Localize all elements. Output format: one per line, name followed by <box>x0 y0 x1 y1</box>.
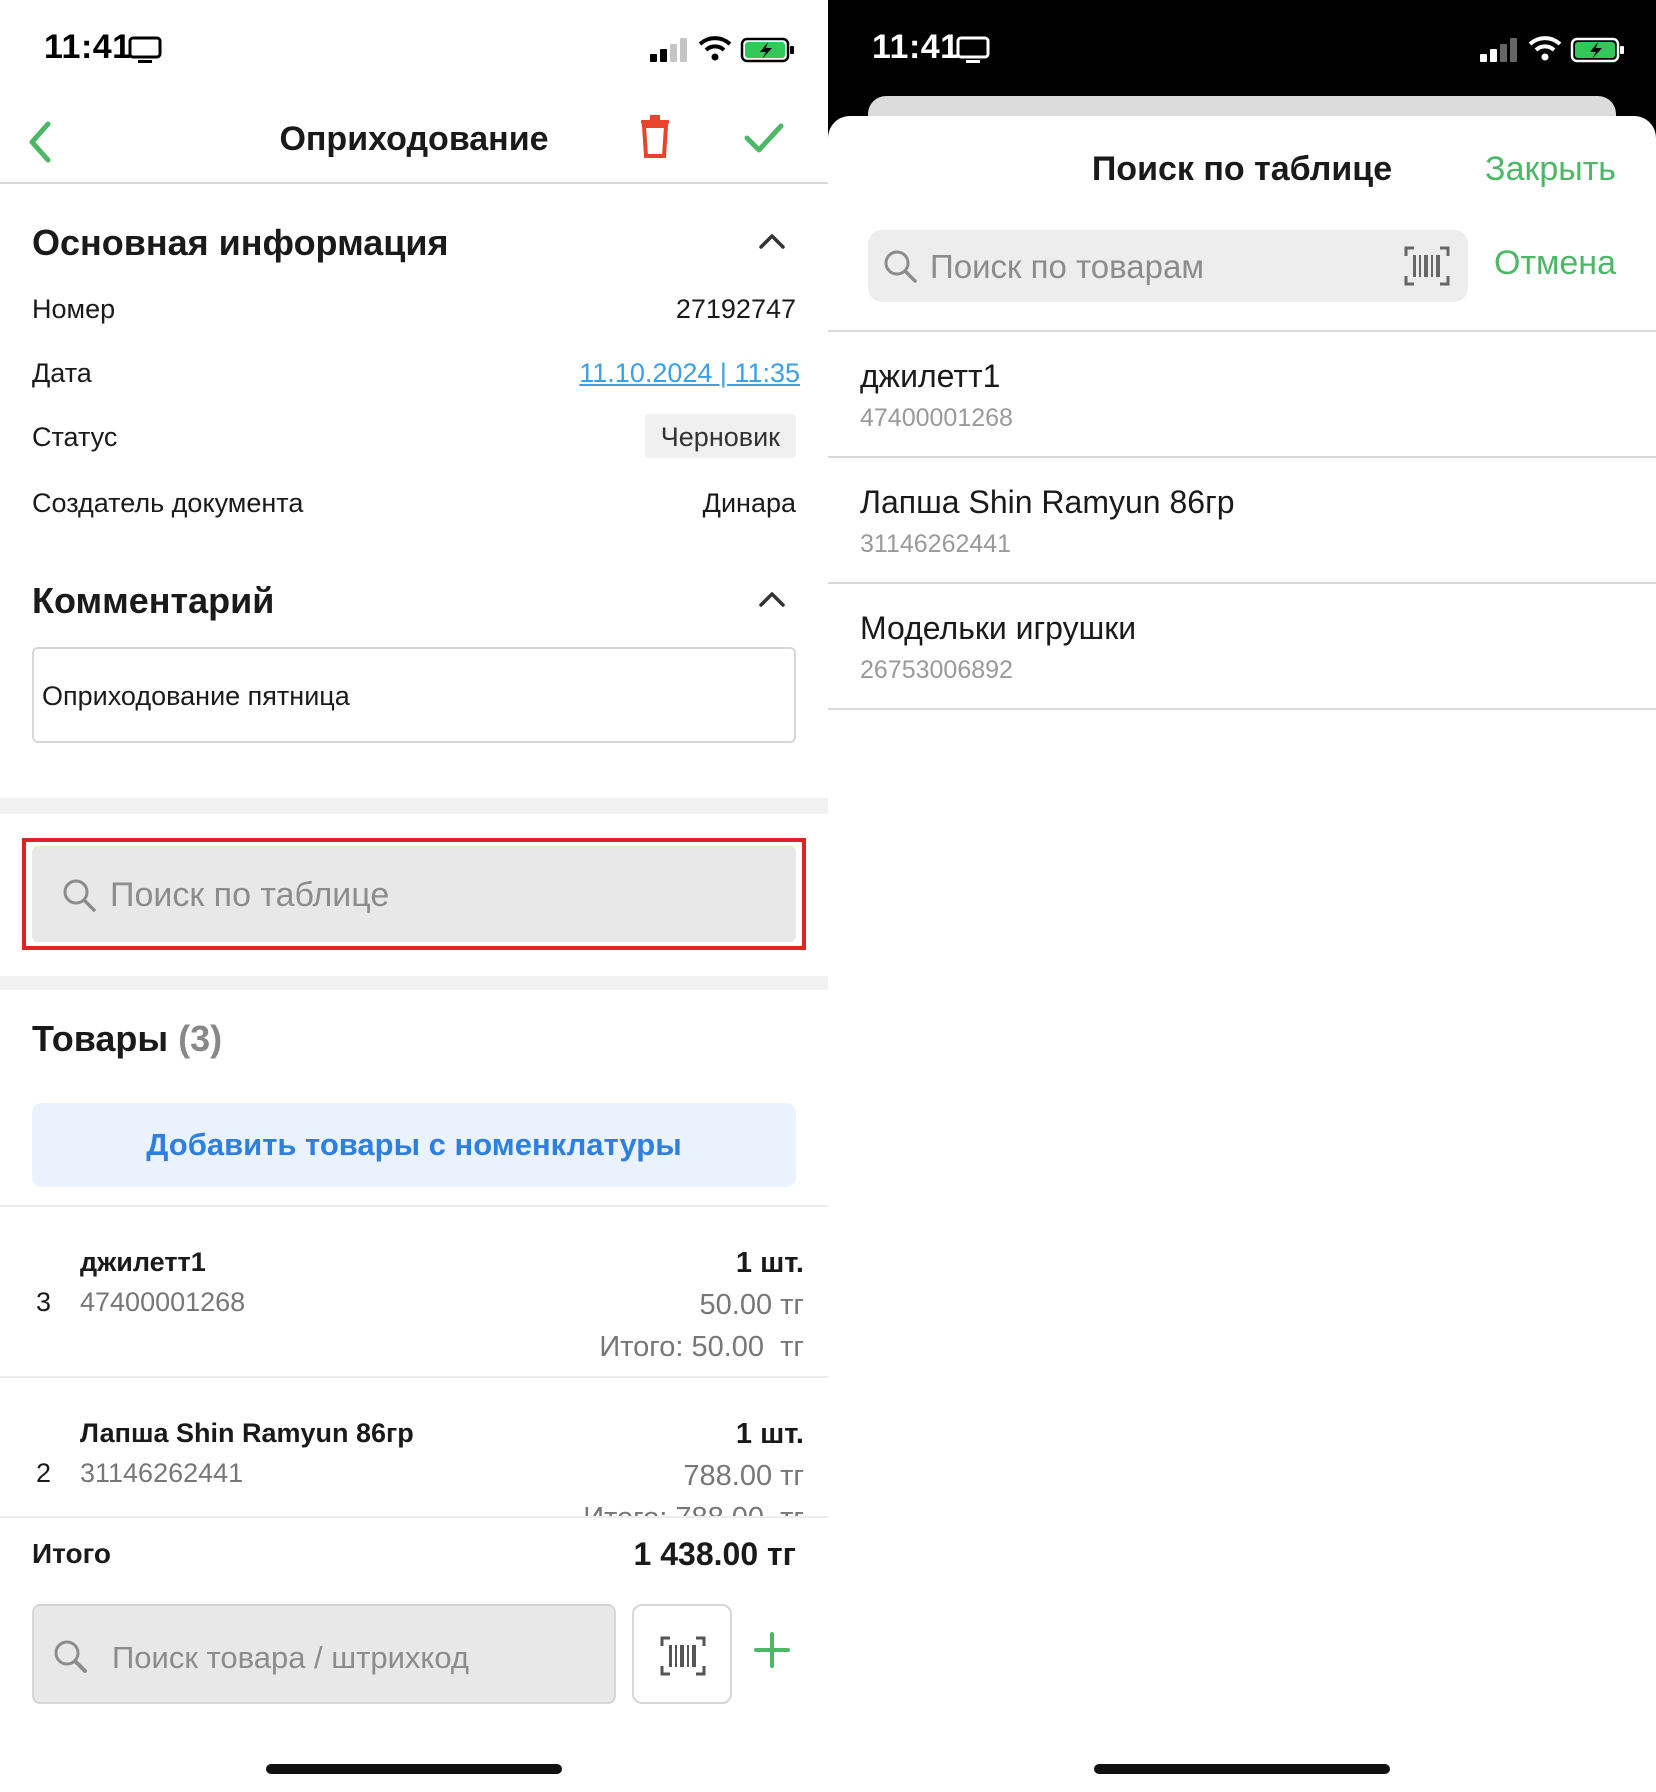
document-screen: 11:41 Оприходование Основная информация … <box>0 0 828 1792</box>
number-row: Номер 27192747 <box>32 286 796 330</box>
search-icon <box>63 879 96 912</box>
item-index: 3 <box>36 1287 52 1317</box>
result-name: Лапша Shin Ramyun 86гр <box>860 484 1235 520</box>
nav-bar: Оприходование <box>0 100 828 184</box>
status-time: 11:41 <box>872 28 960 66</box>
status-badge: Черновик <box>644 414 796 458</box>
number-label: Номер <box>32 294 116 324</box>
trash-icon[interactable] <box>638 114 672 158</box>
number-value: 27192747 <box>675 294 796 324</box>
creator-row: Создатель документа Динара <box>32 480 796 524</box>
total-bar: Итого 1 438.00 тг <box>0 1516 828 1606</box>
scan-barcode-button[interactable] <box>632 1604 732 1704</box>
battery-charging-icon <box>1570 37 1624 63</box>
status-bar: 11:41 <box>0 0 828 100</box>
goods-heading: Товары (3) <box>32 1018 222 1060</box>
chevron-up-icon[interactable] <box>758 590 786 608</box>
creator-label: Создатель документа <box>32 488 304 518</box>
product-search-placeholder: Поиск товара / штрихкод <box>112 1640 469 1675</box>
section-divider <box>0 798 828 814</box>
date-link[interactable]: 11.10.2024 | 11:35 <box>579 358 800 389</box>
close-button[interactable]: Закрыть <box>1485 150 1616 189</box>
result-code: 47400001268 <box>860 404 1013 432</box>
table-search-placeholder: Поиск по таблице <box>110 876 390 914</box>
result-name: джилетт1 <box>860 358 1001 394</box>
chevron-up-icon[interactable] <box>758 232 786 250</box>
item-code: 47400001268 <box>80 1287 246 1317</box>
item-code: 31146262441 <box>80 1458 244 1488</box>
add-from-catalog-button[interactable]: Добавить товары с номенклатуры <box>32 1103 796 1187</box>
barcode-icon <box>660 1636 706 1676</box>
battery-charging-icon <box>740 37 794 63</box>
plus-icon[interactable] <box>754 1632 790 1668</box>
table-search-input[interactable]: Поиск по таблице <box>32 846 796 942</box>
home-indicator <box>266 1764 562 1774</box>
item-name: джилетт1 <box>80 1247 206 1277</box>
result-name: Модельки игрушки <box>860 610 1137 646</box>
status-row: Статус Черновик <box>32 414 796 458</box>
cancel-button[interactable]: Отмена <box>1494 244 1616 283</box>
search-sheet: Поиск по таблице Закрыть Поиск по товара… <box>828 116 1656 1792</box>
list-item[interactable]: джилетт1 47400001268 <box>828 332 1656 458</box>
item-price: 788.00 тг <box>683 1460 804 1492</box>
main-info-heading: Основная информация <box>32 222 449 263</box>
sheet-search-placeholder: Поиск по товарам <box>930 248 1205 285</box>
item-name: Лапша Shin Ramyun 86гр <box>80 1418 414 1448</box>
sheet-search-input[interactable]: Поиск по товарам <box>868 230 1468 302</box>
wifi-icon <box>698 36 732 61</box>
date-label: Дата <box>32 358 92 388</box>
item-price: 50.00 тг <box>699 1289 805 1321</box>
search-sheet-screen: 11:41 Поиск по таблице Закрыть Поиск по … <box>828 0 1656 1792</box>
goods-heading-label: Товары <box>32 1018 169 1059</box>
page-title: Оприходование <box>279 120 549 158</box>
status-bar: 11:41 <box>828 0 1656 100</box>
wifi-icon <box>1528 36 1562 61</box>
product-search-input[interactable]: Поиск товара / штрихкод <box>32 1604 616 1704</box>
barcode-icon[interactable] <box>1404 246 1450 286</box>
total-label: Итого <box>32 1538 111 1569</box>
check-icon[interactable] <box>744 122 784 154</box>
search-icon <box>884 250 917 283</box>
comment-field[interactable]: Оприходование пятница <box>32 647 796 743</box>
home-indicator <box>1094 1764 1390 1774</box>
screen-mirroring-icon <box>128 36 162 63</box>
list-item[interactable]: 3 джилетт1 47400001268 1 шт. 50.00 тг Ит… <box>0 1205 828 1375</box>
section-divider <box>0 976 828 990</box>
status-label: Статус <box>32 422 118 452</box>
result-code: 26753006892 <box>860 656 1013 684</box>
item-total: Итого: 50.00 тг <box>599 1331 804 1363</box>
signal-icon <box>650 38 687 62</box>
creator-value: Динара <box>702 488 796 518</box>
result-code: 31146262441 <box>860 530 1012 558</box>
list-item[interactable]: Модельки игрушки 26753006892 <box>828 584 1656 710</box>
comment-heading: Комментарий <box>32 580 275 621</box>
item-qty: 1 шт. <box>735 1418 804 1450</box>
status-time: 11:41 <box>44 28 132 66</box>
date-row: Дата 11.10.2024 | 11:35 <box>32 350 800 394</box>
goods-count: (3) <box>178 1018 223 1059</box>
list-item[interactable]: Лапша Shin Ramyun 86гр 31146262441 <box>828 458 1656 584</box>
search-icon <box>54 1640 87 1673</box>
item-qty: 1 шт. <box>735 1247 804 1279</box>
total-value: 1 438.00 тг <box>633 1536 796 1572</box>
signal-icon <box>1480 38 1517 62</box>
item-index: 2 <box>36 1458 52 1488</box>
screen-mirroring-icon <box>956 36 990 63</box>
